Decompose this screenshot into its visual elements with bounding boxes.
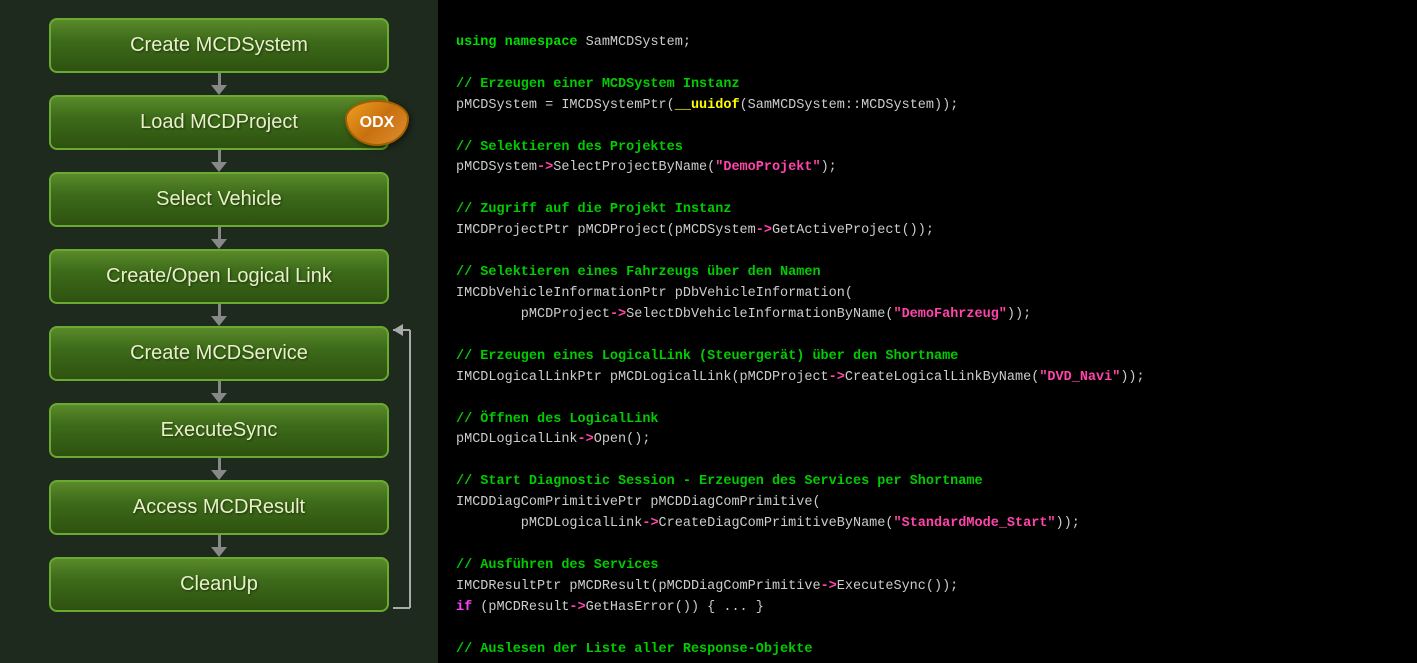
flow-item-select-vehicle[interactable]: Select Vehicle (49, 172, 389, 227)
code-panel: using namespace SamMCDSystem; // Erzeuge… (438, 0, 1417, 663)
flow-item-create-mcd[interactable]: Create MCDSystem (49, 18, 389, 73)
arrow-down-3 (209, 227, 229, 249)
flowchart-panel: Create MCDSystem Load MCDProject ODX Sel… (0, 0, 438, 663)
arrow-down-6 (209, 458, 229, 480)
arrow-down-4 (209, 304, 229, 326)
flow-item-create-logical[interactable]: Create/Open Logical Link (49, 249, 389, 304)
load-project-wrapper: Load MCDProject ODX (49, 95, 389, 150)
arrow-down-5 (209, 381, 229, 403)
arrow-down-2 (209, 150, 229, 172)
flow-item-cleanup[interactable]: CleanUp (49, 557, 389, 612)
arrow-down-1 (209, 73, 229, 95)
flow-item-execute-sync[interactable]: ExecuteSync (49, 403, 389, 458)
arrow-down-7 (209, 535, 229, 557)
flow-item-load-mcd[interactable]: Load MCDProject (49, 95, 389, 150)
code-content: using namespace SamMCDSystem; // Erzeuge… (456, 12, 1399, 663)
flow-item-access-result[interactable]: Access MCDResult (49, 480, 389, 535)
flow-item-create-service[interactable]: Create MCDService (49, 326, 389, 381)
